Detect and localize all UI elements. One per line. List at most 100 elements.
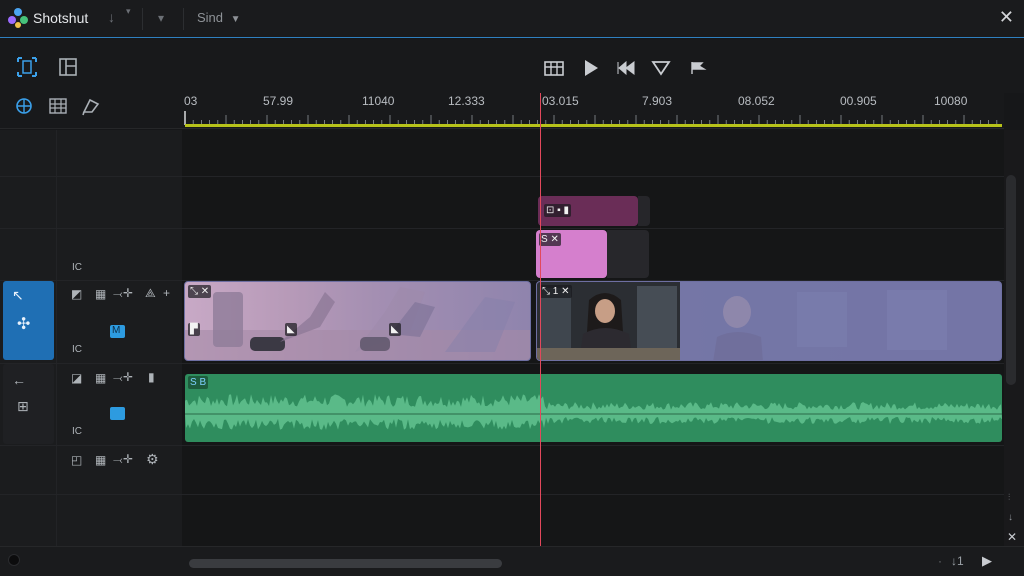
layout-tool-icon[interactable]: [58, 57, 78, 77]
ruler-label: 12.333: [448, 94, 485, 108]
download-icon[interactable]: ↓: [108, 9, 115, 25]
title-clip-gap: [638, 196, 650, 226]
link-icon[interactable]: ⤙: [113, 453, 123, 468]
ruler-label: 10080: [934, 94, 968, 108]
ruler-label: 08.052: [738, 94, 775, 108]
ruler-baseline: [185, 124, 1002, 127]
audio-waveform: [185, 394, 1002, 430]
ruler-label: 03.015: [542, 94, 579, 108]
video-track-icon[interactable]: ◩: [71, 287, 82, 301]
close-button[interactable]: ✕: [999, 7, 1014, 28]
video-clip[interactable]: ⤡ 1 ✕: [536, 281, 1002, 361]
status-dot-icon: [8, 554, 20, 566]
project-dropdown[interactable]: Sind ▼: [197, 10, 241, 25]
scroll-close-icon[interactable]: ✕: [1007, 530, 1017, 544]
ruler-tools: [0, 93, 182, 129]
ruler-label: 11040: [362, 94, 395, 108]
playhead[interactable]: [540, 93, 541, 576]
row-divider: [182, 445, 1004, 446]
track-badge-label: M: [112, 325, 121, 336]
title-bar: Shotshut ↓ ▾ ▾ Sind ▼ ✕: [0, 0, 1024, 38]
video-thumbnail: [537, 282, 1001, 360]
row-divider: [0, 228, 182, 229]
superscript-icon: ▾: [126, 6, 131, 16]
row-divider: [0, 445, 182, 446]
audio-clip[interactable]: S B: [185, 374, 1002, 442]
move-icon: ✣: [17, 316, 31, 333]
zoom-separator: ·: [938, 554, 942, 568]
add-icon[interactable]: ✛: [123, 452, 133, 466]
play-forward-icon[interactable]: ▶: [982, 553, 992, 569]
grid-small-icon: ⊞: [17, 398, 29, 414]
header-divider: [56, 130, 57, 546]
flag-icon[interactable]: [690, 61, 708, 75]
track-tag: IC: [72, 262, 82, 273]
timeline-ruler[interactable]: 03 57.99 11040 12.333 03.015 7.903 08.05…: [182, 93, 1004, 129]
clip-badge: ⤡ ✕: [188, 285, 212, 298]
grid-icon[interactable]: [49, 98, 67, 114]
mic-icon[interactable]: ▮: [148, 370, 155, 384]
select-tool-icon[interactable]: [14, 55, 40, 79]
keyframe-icon[interactable]: ◣: [285, 323, 297, 336]
back-arrow-icon: ←: [12, 372, 26, 388]
effects-icon[interactable]: ⟁: [145, 286, 156, 301]
row-divider: [182, 228, 1004, 229]
marker-icon[interactable]: [651, 60, 671, 76]
title-clip[interactable]: ⊡ ▪ ▮: [538, 196, 638, 226]
scroll-tick-icon: ⫶: [1008, 492, 1011, 502]
crop-icon[interactable]: [81, 96, 101, 116]
link-icon[interactable]: ⤙: [113, 287, 123, 302]
video-track-selector[interactable]: ↖ ✣: [3, 281, 54, 360]
row-divider: [0, 176, 182, 177]
lock-icon[interactable]: ▦: [95, 287, 106, 301]
row-divider: [182, 363, 1004, 364]
play-icon[interactable]: [582, 58, 600, 78]
horizontal-scrollbar[interactable]: [189, 559, 502, 568]
bottom-bar: · ↓1 ▶: [0, 546, 1024, 576]
project-dropdown-label: Sind: [197, 10, 224, 25]
graphic-clip-gap: [607, 230, 649, 278]
audio-track-icon[interactable]: ◪: [71, 371, 82, 385]
add-icon[interactable]: ✛: [123, 370, 133, 384]
add-icon[interactable]: ✛: [123, 286, 133, 300]
track-headers: IC ↖ ✣ ◩ ▦ ⤙ ✛ ⟁ + M IC ← ⊞ ◪ ▦ ⤙ ✛ ▮ IC…: [0, 130, 182, 546]
graphic-clip[interactable]: S ✕: [536, 230, 607, 278]
track-icon[interactable]: ◰: [71, 453, 82, 467]
video-clip[interactable]: ⤡ ✕ ▛ ◣ ◣: [184, 281, 531, 361]
link-icon[interactable]: ⤙: [113, 371, 123, 386]
audio-badge-icon: [110, 407, 125, 420]
audio-track-selector[interactable]: ← ⊞: [3, 364, 54, 444]
clip-badge: S ✕: [539, 233, 561, 246]
row-divider: [0, 494, 182, 495]
row-divider: [182, 176, 1004, 177]
scroll-arrow-icon[interactable]: ↓: [1008, 512, 1013, 523]
title-divider: [183, 8, 184, 30]
pointer-icon: ↖: [12, 287, 24, 303]
lock-icon[interactable]: ▦: [95, 453, 106, 467]
track-tag: IC: [72, 344, 82, 355]
video-thumbnail: [185, 287, 530, 360]
globe-icon[interactable]: [14, 96, 34, 116]
settings-icon[interactable]: ⚙: [146, 451, 159, 468]
clip-badge: S B: [188, 376, 209, 389]
app-name: Shotshut: [33, 10, 89, 26]
dropdown-caret-icon: ▼: [230, 14, 241, 25]
clip-badge: ⊡ ▪ ▮: [544, 204, 571, 217]
trim-icon[interactable]: [544, 59, 564, 77]
timeline-tracks[interactable]: ⊡ ▪ ▮ S ✕ ⤡ ✕ ▛ ◣ ◣ ⤡ 1 ✕ S B: [182, 130, 1004, 546]
title-divider: [142, 8, 143, 30]
add-track-icon[interactable]: +: [163, 286, 170, 300]
clip-badge: ⤡ 1 ✕: [540, 285, 572, 298]
keyframe-icon[interactable]: ▛: [188, 323, 200, 336]
lock-icon[interactable]: ▦: [95, 371, 106, 385]
track-tag: IC: [72, 426, 82, 437]
app-logo-icon: [8, 8, 28, 28]
row-divider: [182, 494, 1004, 495]
skip-back-icon[interactable]: [616, 61, 636, 75]
chevron-down-icon[interactable]: ▾: [158, 11, 164, 25]
ruler-label: 03: [184, 94, 198, 108]
vertical-scrollbar[interactable]: [1006, 175, 1016, 385]
ruler-ticks: [184, 111, 998, 125]
keyframe-icon[interactable]: ◣: [389, 323, 401, 336]
zoom-level[interactable]: ↓1: [951, 554, 964, 568]
